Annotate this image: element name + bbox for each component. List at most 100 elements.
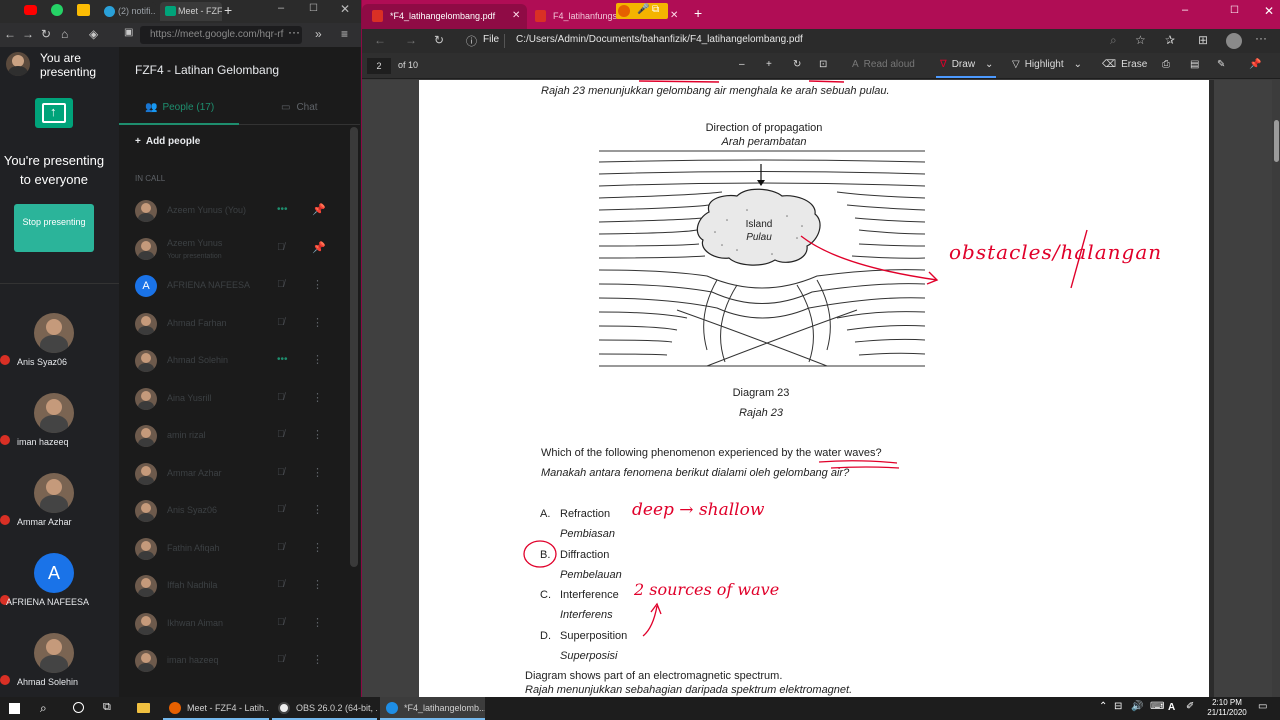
network-icon[interactable]: ⊟ — [1114, 701, 1122, 712]
reload-icon[interactable]: ↻ — [434, 33, 444, 47]
close-icon[interactable]: ✕ — [1264, 4, 1274, 18]
more-options-icon[interactable]: ⋮ — [312, 278, 323, 291]
more-options-icon[interactable]: ⋮ — [312, 541, 323, 554]
info-icon[interactable]: ⓘ — [466, 33, 477, 49]
forward-icon[interactable]: → — [405, 33, 417, 47]
zoom-in-icon[interactable]: + — [766, 59, 772, 70]
whatsapp-icon[interactable] — [51, 4, 63, 16]
maximize-icon[interactable]: ☐ — [1230, 5, 1239, 16]
scrollbar-thumb[interactable] — [1274, 120, 1279, 162]
input-language[interactable]: A — [1168, 702, 1175, 713]
meet-tab-notifications[interactable]: (2) notifi... — [100, 2, 156, 21]
participant-tile[interactable]: A AFRIENA NAFEESA — [0, 551, 119, 631]
new-tab-icon[interactable]: + — [694, 5, 702, 21]
home-icon[interactable]: ⌂ — [61, 27, 68, 41]
maximize-icon[interactable]: ☐ — [309, 3, 318, 14]
collections-icon[interactable]: ⊞ — [1198, 33, 1208, 47]
more-dots-icon[interactable]: ··· — [288, 25, 300, 39]
minimize-icon[interactable]: – — [1182, 4, 1188, 16]
edge-tab-active[interactable]: *F4_latihangelombang.pdf ✕ — [362, 4, 527, 29]
zoom-out-icon[interactable]: – — [739, 59, 745, 70]
participant-row[interactable]: amin rizal 🎙̸ ⋮ — [135, 422, 340, 452]
tab-people[interactable]: 👥 People (17) — [145, 102, 214, 113]
more-options-icon[interactable]: ⋮ — [312, 353, 323, 366]
more-options-icon[interactable]: ⋮ — [312, 316, 323, 329]
tab-chat[interactable]: ▭ Chat — [281, 102, 318, 113]
panel-scrollbar[interactable] — [350, 127, 358, 567]
cortana-icon[interactable] — [73, 702, 84, 713]
notifications-icon[interactable]: ▭ — [1258, 701, 1267, 712]
pin-icon[interactable]: 📌 — [312, 241, 326, 254]
menu-icon[interactable]: ≡ — [341, 27, 348, 41]
search-icon[interactable]: ⌕ — [40, 701, 47, 716]
participant-row[interactable]: Iffah Nadhila 🎙̸ ⋮ — [135, 572, 340, 602]
save-as-icon[interactable]: ✎ — [1217, 59, 1225, 70]
keyboard-icon[interactable]: ⌨ — [1150, 701, 1164, 712]
participant-row[interactable]: Ammar Azhar 🎙̸ ⋮ — [135, 460, 340, 490]
reload-icon[interactable]: ↻ — [41, 27, 51, 41]
task-view-icon[interactable]: ⧉ — [103, 701, 111, 714]
pin-toolbar-icon[interactable]: 📌 — [1249, 59, 1261, 70]
volume-icon[interactable]: 🔊 — [1131, 701, 1143, 712]
participant-row[interactable]: Azeem Yunus Your presentation 🎙̸ 📌 — [135, 235, 340, 265]
draw-button[interactable]: ∇ Draw ⌄ — [940, 59, 993, 70]
participant-tile[interactable]: Ahmad Solehin — [0, 631, 119, 697]
forward-icon[interactable]: → — [22, 27, 34, 41]
profile-avatar[interactable] — [1226, 33, 1242, 49]
more-options-icon[interactable]: ⋮ — [312, 466, 323, 479]
tab-close-icon[interactable]: ✕ — [670, 4, 678, 28]
pen-workspace-icon[interactable]: ✐ — [1186, 701, 1194, 712]
tab-close-icon[interactable]: ✕ — [512, 4, 520, 28]
meet-url-field[interactable]: https://meet.google.com/hqr-rf — [140, 26, 302, 44]
participant-row[interactable]: Fathin Afiqah 🎙̸ ⋮ — [135, 535, 340, 565]
add-people-button[interactable]: + Add people — [135, 136, 200, 147]
taskbar-edge-window[interactable]: *F4_latihangelomb... — [380, 697, 485, 720]
more-options-icon[interactable]: ⋮ — [312, 653, 323, 666]
tray-chevron-up-icon[interactable]: ⌃ — [1099, 701, 1107, 712]
more-options-icon[interactable]: ⋮ — [312, 503, 323, 516]
more-options-icon[interactable]: ⋮ — [312, 578, 323, 591]
pdf-path-field[interactable]: C:/Users/Admin/Documents/bahanfizik/F4_l… — [516, 34, 803, 45]
participant-row[interactable]: iman hazeeq 🎙̸ ⋮ — [135, 647, 340, 677]
minimize-icon[interactable]: – — [278, 2, 284, 14]
more-options-icon[interactable]: ⋮ — [312, 428, 323, 441]
page-number-input[interactable]: 2 — [367, 58, 391, 74]
save-icon[interactable]: ▤ — [1190, 59, 1199, 70]
participant-tile[interactable]: Ammar Azhar — [0, 471, 119, 551]
participant-tile[interactable]: iman hazeeq — [0, 391, 119, 471]
taskbar-clock[interactable]: 2:10 PM 21/11/2020 — [1202, 698, 1252, 718]
participant-row[interactable]: Ahmad Farhan 🎙̸ ⋮ — [135, 310, 340, 340]
back-icon[interactable]: ← — [374, 33, 386, 47]
participant-tile[interactable]: Anis Syaz06 — [0, 311, 119, 391]
classroom-icon[interactable] — [77, 4, 90, 16]
meet-tab-active[interactable]: Meet - FZF4 — [160, 2, 222, 21]
back-icon[interactable]: ← — [4, 27, 16, 41]
youtube-icon[interactable] — [24, 5, 37, 15]
more-options-icon[interactable]: ⋮ — [312, 616, 323, 629]
read-aloud-button[interactable]: A Read aloud — [852, 59, 915, 70]
zoom-icon[interactable]: ⌕ — [1110, 33, 1117, 48]
participant-row[interactable]: Ikhwan Aiman 🎙̸ ⋮ — [135, 610, 340, 640]
print-icon[interactable]: ⎙ — [1162, 59, 1170, 70]
rotate-icon[interactable]: ↻ — [793, 59, 801, 70]
shield-icon[interactable]: ◈ — [89, 27, 98, 41]
stop-presenting-button[interactable]: Stop presenting — [14, 204, 94, 252]
close-icon[interactable]: ✕ — [340, 2, 350, 16]
participant-row[interactable]: Anis Syaz06 🎙̸ ⋮ — [135, 497, 340, 527]
participant-row[interactable]: A AFRIENA NAFEESA 🎙̸ ⋮ — [135, 272, 340, 302]
participant-row[interactable]: Ahmad Solehin ••• ⋮ — [135, 347, 340, 377]
file-explorer-icon[interactable] — [137, 703, 150, 713]
chevron-more-icon[interactable]: » — [315, 27, 322, 41]
taskbar-obs-window[interactable]: OBS 26.0.2 (64-bit, ... — [272, 697, 377, 720]
highlight-button[interactable]: ▽ Highlight ⌄ — [1012, 59, 1082, 70]
pin-icon[interactable]: 📌 — [312, 203, 326, 216]
chevron-down-icon[interactable]: ⌄ — [985, 59, 993, 70]
new-tab-icon[interactable]: + — [224, 2, 232, 18]
fit-page-icon[interactable]: ⊡ — [819, 59, 827, 70]
favorites-icon[interactable]: ✰ — [1165, 33, 1175, 47]
participant-row[interactable]: Aina Yusrill 🎙̸ ⋮ — [135, 385, 340, 415]
participant-row[interactable]: Azeem Yunus (You) ••• 📌 — [135, 197, 340, 227]
pdf-scrollbar[interactable] — [1272, 80, 1280, 697]
start-windows-icon[interactable] — [9, 703, 20, 714]
erase-button[interactable]: ⌫ Erase — [1102, 59, 1147, 70]
